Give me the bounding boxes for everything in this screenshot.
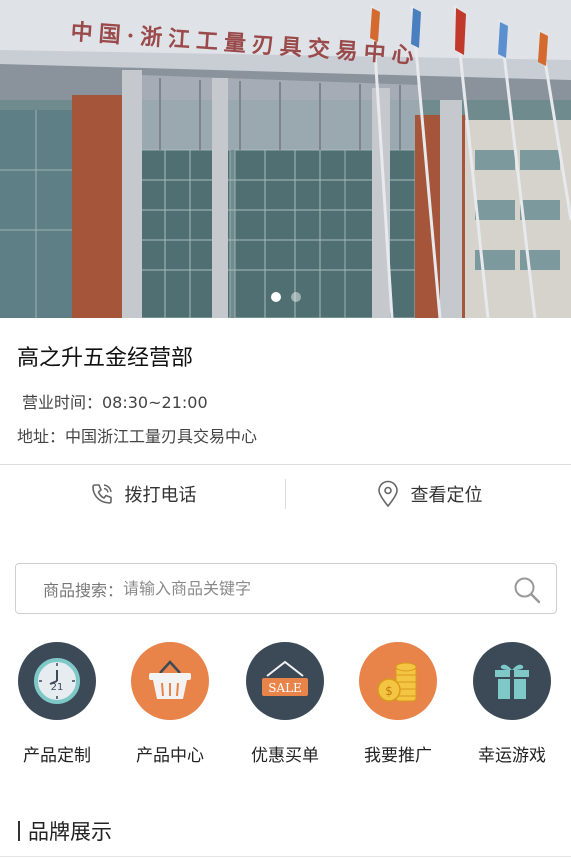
bottom-divider [0,856,571,857]
location-pin-icon [377,480,398,508]
search-icon[interactable] [512,575,542,605]
action-row: 拨打电话 查看定位 [0,465,571,523]
category-product-center[interactable]: 产品中心 [115,642,225,766]
category-label: 我要推广 [364,746,432,766]
category-promote[interactable]: $ 我要推广 [343,642,453,766]
search-label: 商品搜索： [43,580,124,600]
category-label: 产品中心 [136,746,204,766]
category-lucky-game[interactable]: 幸运游戏 [457,642,567,766]
phone-icon [91,484,112,504]
store-banner-carousel[interactable]: 中国·浙江工量刃具交易中心 [0,0,571,318]
clock-icon: 21 [18,642,96,720]
view-location-button[interactable]: 查看定位 [286,465,571,523]
category-label: 幸运游戏 [478,746,546,766]
product-search-box[interactable]: 商品搜索： [15,563,557,614]
view-location-label: 查看定位 [410,485,483,506]
svg-text:$: $ [385,684,393,698]
carousel-dot-2[interactable] [290,292,301,302]
gift-icon [473,642,551,720]
sale-tag-icon: SALE [246,642,324,720]
call-phone-button[interactable]: 拨打电话 [0,465,285,523]
business-hours: 营业时间：08:30~21:00 [22,393,208,412]
svg-text:SALE: SALE [268,681,302,695]
section-title-text: 品牌展示 [28,820,112,844]
coins-icon: $ [359,642,437,720]
search-input[interactable] [123,579,556,598]
category-discount-pay[interactable]: SALE 优惠买单 [230,642,340,766]
carousel-dot-1[interactable] [270,292,281,302]
category-product-custom[interactable]: 21 产品定制 [2,642,112,766]
section-marker [18,821,20,841]
category-grid: 21 产品定制 产品中心 SALE 优惠买单 $ 我要推广 幸运游戏 [0,642,571,772]
store-name: 高之升五金经营部 [17,346,194,371]
carousel-indicators [0,292,571,302]
category-label: 产品定制 [23,746,91,766]
svg-text:21: 21 [51,682,64,693]
store-address: 地址：中国浙江工量刃具交易中心 [17,427,258,446]
category-label: 优惠买单 [251,746,319,766]
call-phone-label: 拨打电话 [124,485,197,506]
section-title: 品牌展示 [18,816,112,846]
basket-icon [131,642,209,720]
